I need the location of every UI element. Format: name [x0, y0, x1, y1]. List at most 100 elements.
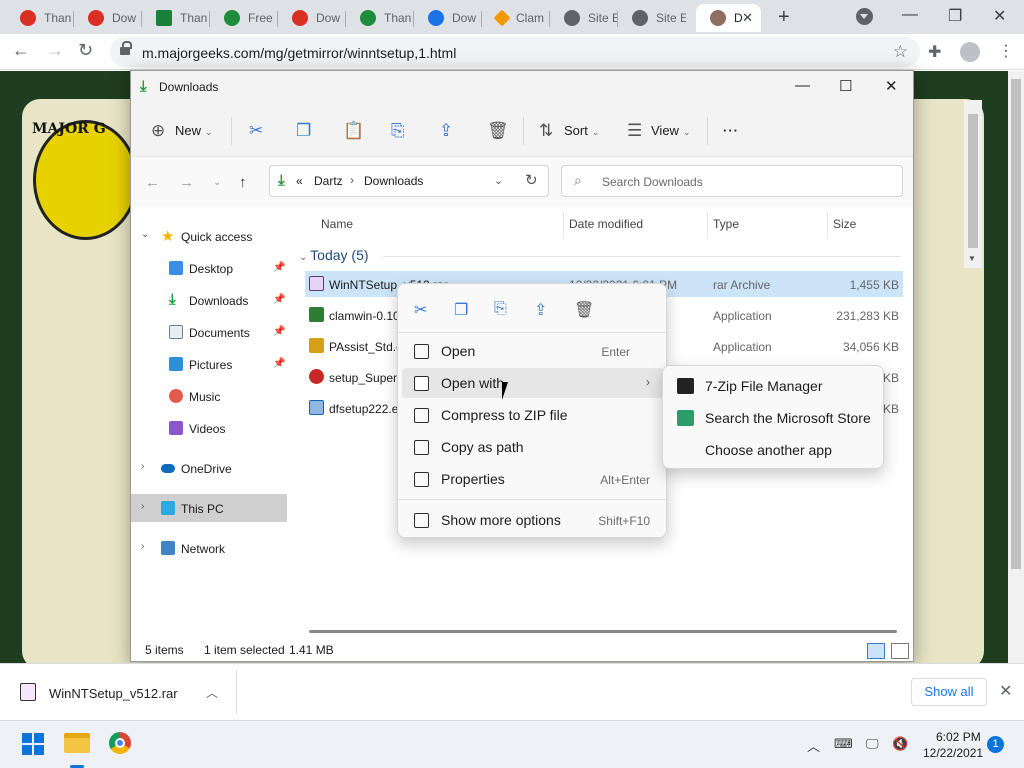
copy-icon[interactable]: ❐ — [454, 300, 468, 320]
minimize-icon[interactable]: — — [795, 77, 810, 94]
menu-item-copy-as-path[interactable]: Copy as path — [402, 432, 664, 462]
cut-icon[interactable]: ✂ — [249, 121, 263, 141]
details-view-icon[interactable] — [867, 643, 885, 659]
nav-item-videos[interactable]: Videos — [131, 414, 287, 442]
notification-badge[interactable]: 1 — [987, 736, 1004, 753]
scrollbar-thumb[interactable] — [968, 114, 978, 248]
menu-item-properties[interactable]: Properties Alt+Enter — [402, 464, 664, 494]
menu-item-show-more-options[interactable]: Show more options Shift+F10 — [402, 505, 664, 535]
chevron-up-icon[interactable]: ︿ — [206, 684, 218, 701]
submenu-item-choose-another-app[interactable]: Choose another app — [667, 435, 881, 465]
browser-tab[interactable]: Clam — [482, 4, 550, 32]
volume-muted-icon[interactable]: 🔇 — [892, 736, 908, 752]
nav-item-music[interactable]: Music — [131, 382, 287, 410]
submenu-item-7zip[interactable]: 7-Zip File Manager — [667, 371, 881, 401]
chevron-down-icon[interactable]: ⌄ — [141, 229, 149, 240]
file-explorer-icon[interactable] — [64, 733, 90, 753]
close-icon[interactable]: ✕ — [993, 6, 1006, 26]
breadcrumb[interactable]: ⤓ « Dartz › Downloads ⌄ ↻ — [269, 165, 549, 197]
column-divider[interactable] — [707, 211, 708, 239]
delete-icon[interactable]: 🗑 — [487, 121, 509, 141]
page-scrollbar[interactable]: ▼ — [964, 100, 982, 268]
sort-button[interactable]: Sort ⌄ — [564, 123, 599, 138]
browser-tab[interactable]: Than — [346, 4, 414, 32]
reload-icon[interactable]: ↻ — [78, 40, 93, 61]
copy-icon[interactable]: ❐ — [296, 121, 311, 141]
restore-icon[interactable]: ❐ — [948, 6, 962, 26]
paste-icon[interactable]: 📋 — [343, 121, 364, 141]
chevron-up-icon[interactable]: ︿ — [807, 736, 820, 755]
cut-icon[interactable]: ✂ — [414, 300, 427, 320]
pin-icon[interactable]: 📌 — [273, 262, 285, 273]
up-arrow-icon[interactable]: ↑ — [239, 174, 247, 191]
nav-item-quick-access[interactable]: ⌄ ★ Quick access — [131, 222, 287, 250]
column-header-size[interactable]: Size — [833, 217, 856, 231]
browser-tab[interactable]: Site E — [618, 4, 686, 32]
browser-tab[interactable]: Than — [142, 4, 210, 32]
column-header-date[interactable]: Date modified — [569, 217, 643, 231]
column-header-name[interactable]: Name — [321, 217, 353, 231]
bookmark-star-icon[interactable]: ☆ — [893, 42, 908, 62]
nav-item-pictures[interactable]: Pictures 📌 — [131, 350, 287, 378]
chevron-right-icon[interactable]: › — [141, 501, 144, 512]
new-button[interactable]: New ⌄ — [175, 123, 213, 138]
new-plus-icon[interactable]: ⊕ — [151, 121, 165, 141]
new-tab-button[interactable]: + — [778, 6, 790, 29]
browser-tab[interactable]: Dow — [74, 4, 142, 32]
browser-tab[interactable]: Site E — [550, 4, 618, 32]
url-text[interactable]: m.majorgeeks.com/mg/getmirror/winntsetup… — [142, 45, 456, 61]
address-bar[interactable]: m.majorgeeks.com/mg/getmirror/winntsetup… — [110, 37, 920, 67]
menu-item-open-with[interactable]: Open with › — [402, 368, 664, 398]
minimize-icon[interactable]: — — [902, 6, 918, 24]
browser-tab-active[interactable]: D ✕ — [696, 4, 761, 32]
nav-item-desktop[interactable]: Desktop 📌 — [131, 254, 287, 282]
maximize-icon[interactable]: ☐ — [839, 77, 852, 95]
group-header-today[interactable]: ⌄ Today (5) — [299, 247, 369, 263]
tiles-view-icon[interactable] — [891, 643, 909, 659]
horizontal-scrollbar[interactable] — [309, 630, 897, 633]
explorer-title-bar[interactable]: ⤓ Downloads — ☐ ✕ — [131, 71, 913, 103]
recent-locations-chevron-icon[interactable]: ⌄ — [213, 177, 221, 188]
keyboard-icon[interactable]: ⌨ — [834, 736, 853, 752]
show-all-button[interactable]: Show all — [911, 678, 987, 706]
lock-icon[interactable] — [120, 41, 132, 57]
chevron-down-icon[interactable]: ⌄ — [494, 174, 503, 187]
column-divider[interactable] — [827, 211, 828, 239]
forward-arrow-icon[interactable]: → — [179, 174, 194, 191]
share-icon[interactable]: ⇪ — [439, 121, 453, 141]
back-arrow-icon[interactable]: ← — [12, 40, 30, 61]
browser-tab[interactable]: Dow — [278, 4, 346, 32]
profile-avatar[interactable] — [960, 42, 980, 62]
nav-item-this-pc[interactable]: › This PC — [131, 494, 287, 522]
close-icon[interactable]: ✕ — [885, 77, 898, 95]
breadcrumb-overflow[interactable]: « — [296, 174, 303, 188]
rar-file-icon[interactable] — [20, 683, 36, 701]
close-tab-icon[interactable]: ✕ — [742, 10, 753, 26]
pin-icon[interactable]: 📌 — [273, 326, 285, 337]
breadcrumb-downloads[interactable]: Downloads — [364, 174, 423, 188]
windows-start-icon[interactable] — [22, 733, 44, 755]
more-options-button[interactable]: ··· — [723, 123, 739, 138]
chevron-right-icon[interactable]: › — [141, 461, 144, 472]
clock-date[interactable]: 12/22/2021 — [923, 746, 983, 760]
browser-tab[interactable]: Dow — [414, 4, 482, 32]
view-button[interactable]: View ⌄ — [651, 123, 691, 138]
extensions-puzzle-icon[interactable]: ✚ — [928, 42, 941, 62]
tab-search-icon[interactable] — [856, 8, 873, 25]
more-vertical-icon[interactable]: ⋮ — [998, 41, 1014, 61]
browser-scrollbar[interactable] — [1008, 71, 1024, 663]
menu-item-open[interactable]: Open Enter — [402, 336, 664, 366]
nav-item-downloads[interactable]: ⤓ Downloads 📌 — [131, 286, 287, 314]
refresh-icon[interactable]: ↻ — [525, 171, 538, 189]
column-divider[interactable] — [563, 211, 564, 239]
download-file-name[interactable]: WinNTSetup_v512.rar — [49, 686, 178, 701]
browser-tab[interactable]: Free — [210, 4, 278, 32]
clock-time[interactable]: 6:02 PM — [936, 730, 981, 744]
delete-icon[interactable]: 🗑 — [574, 300, 594, 320]
rename-icon[interactable]: ⎘ — [494, 300, 507, 318]
majorgeeks-logo[interactable] — [33, 120, 138, 240]
menu-item-compress-zip[interactable]: Compress to ZIP file — [402, 400, 664, 430]
back-arrow-icon[interactable]: ← — [145, 174, 160, 191]
rename-icon[interactable]: ⎘ — [391, 121, 405, 141]
submenu-item-microsoft-store[interactable]: Search the Microsoft Store — [667, 403, 881, 433]
